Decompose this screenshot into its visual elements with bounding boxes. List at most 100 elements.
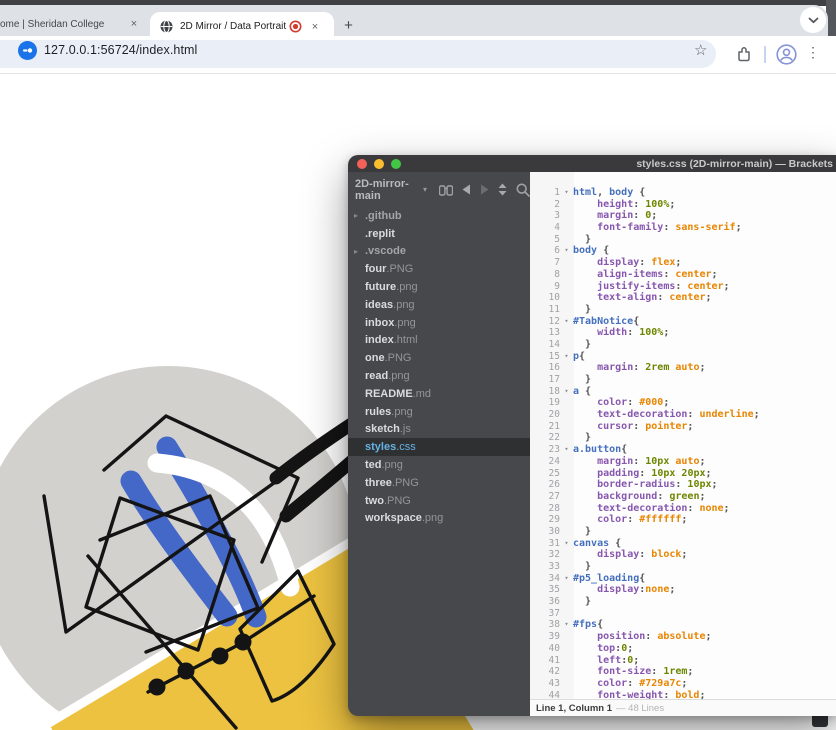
code-line-3[interactable]: 3 margin: 0; xyxy=(530,210,836,222)
browser-toolbar: 127.0.0.1:56724/index.html ☆ ⋮ xyxy=(0,36,836,74)
code-line-38[interactable]: 38▾#fps{ xyxy=(530,619,836,631)
code-line-41[interactable]: 41 left:0; xyxy=(530,655,836,667)
code-line-17[interactable]: 17 } xyxy=(530,374,836,386)
minimize-window-button[interactable] xyxy=(374,159,384,169)
tab-sheridan-college[interactable]: ome | Sheridan College × xyxy=(0,11,147,37)
close-tab-icon[interactable]: × xyxy=(127,17,141,31)
code-line-39[interactable]: 39 position: absolute; xyxy=(530,631,836,643)
tree-file-inbox.png[interactable]: inbox.png xyxy=(348,314,530,332)
tree-file-two.PNG[interactable]: two.PNG xyxy=(348,492,530,510)
tree-file-three.PNG[interactable]: three.PNG xyxy=(348,474,530,492)
code-line-34[interactable]: 34▾#p5_loading{ xyxy=(530,573,836,585)
code-line-26[interactable]: 26 border-radius: 10px; xyxy=(530,479,836,491)
close-window-button[interactable] xyxy=(357,159,367,169)
disclosure-triangle-icon[interactable]: ▸ xyxy=(354,247,358,256)
project-dropdown[interactable]: 2D-mirror-main xyxy=(355,178,419,202)
code-line-24[interactable]: 24 margin: 10px auto; xyxy=(530,456,836,468)
tree-file-styles.css[interactable]: styles.css xyxy=(348,438,530,456)
code-line-8[interactable]: 8 align-items: center; xyxy=(530,269,836,281)
tree-file-sketch.js[interactable]: sketch.js xyxy=(348,421,530,439)
forward-icon[interactable] xyxy=(480,184,489,195)
disclosure-triangle-icon[interactable]: ▸ xyxy=(354,211,358,220)
tab-title: 2D Mirror / Data Portrait xyxy=(180,21,289,32)
code-line-28[interactable]: 28 text-decoration: none; xyxy=(530,503,836,515)
code-fold-icon[interactable]: ▾ xyxy=(560,538,573,550)
code-fold-icon[interactable]: ▾ xyxy=(560,386,573,398)
code-line-15[interactable]: 15▾p{ xyxy=(530,351,836,363)
tree-file-README.md[interactable]: README.md xyxy=(348,385,530,403)
tree-file-.replit[interactable]: .replit xyxy=(348,225,530,243)
tree-file-read.png[interactable]: read.png xyxy=(348,367,530,385)
tree-file-ideas.png[interactable]: ideas.png xyxy=(348,296,530,314)
code-fold-icon[interactable]: ▾ xyxy=(560,619,573,631)
code-text: #p5_loading{ xyxy=(573,573,645,585)
code-line-2[interactable]: 2 height: 100%; xyxy=(530,199,836,211)
tree-file-workspace.png[interactable]: workspace.png xyxy=(348,510,530,528)
tab-search-chevron-button[interactable] xyxy=(800,7,826,33)
code-line-13[interactable]: 13 width: 100%; xyxy=(530,327,836,339)
code-line-7[interactable]: 7 display: flex; xyxy=(530,257,836,269)
code-fold-icon[interactable]: ▾ xyxy=(560,351,573,363)
code-line-22[interactable]: 22 } xyxy=(530,432,836,444)
code-line-14[interactable]: 14 } xyxy=(530,339,836,351)
split-view-icon[interactable] xyxy=(498,183,507,196)
browser-menu-kebab-icon[interactable]: ⋮ xyxy=(806,44,820,61)
code-line-40[interactable]: 40 top:0; xyxy=(530,643,836,655)
tree-folder-.vscode[interactable]: ▸.vscode xyxy=(348,243,530,261)
tree-file-index.html[interactable]: index.html xyxy=(348,332,530,350)
close-tab-icon[interactable]: × xyxy=(308,20,322,34)
code-line-10[interactable]: 10 text-align: center; xyxy=(530,292,836,304)
code-line-20[interactable]: 20 text-decoration: underline; xyxy=(530,409,836,421)
code-fold-icon[interactable]: ▾ xyxy=(560,187,573,199)
project-caret-icon[interactable]: ▾ xyxy=(423,185,427,194)
code-line-6[interactable]: 6▾body { xyxy=(530,245,836,257)
code-line-12[interactable]: 12▾#TabNotice{ xyxy=(530,316,836,328)
code-fold-icon[interactable]: ▾ xyxy=(560,316,573,328)
code-line-36[interactable]: 36 } xyxy=(530,596,836,608)
code-line-31[interactable]: 31▾canvas { xyxy=(530,538,836,550)
code-line-5[interactable]: 5 } xyxy=(530,234,836,246)
url-text[interactable]: 127.0.0.1:56724/index.html xyxy=(44,43,197,57)
code-fold-icon[interactable]: ▾ xyxy=(560,245,573,257)
code-fold-icon[interactable]: ▾ xyxy=(560,573,573,585)
code-line-29[interactable]: 29 color: #ffffff; xyxy=(530,514,836,526)
code-line-33[interactable]: 33 } xyxy=(530,561,836,573)
tree-file-ted.png[interactable]: ted.png xyxy=(348,456,530,474)
code-line-11[interactable]: 11 } xyxy=(530,304,836,316)
code-line-37[interactable]: 37 xyxy=(530,608,836,620)
tree-folder-.github[interactable]: ▸.github xyxy=(348,207,530,225)
zoom-window-button[interactable] xyxy=(391,159,401,169)
code-line-16[interactable]: 16 margin: 2rem auto; xyxy=(530,362,836,374)
code-line-30[interactable]: 30 } xyxy=(530,526,836,538)
code-line-23[interactable]: 23▾a.button{ xyxy=(530,444,836,456)
tree-file-rules.png[interactable]: rules.png xyxy=(348,403,530,421)
code-line-35[interactable]: 35 display:none; xyxy=(530,584,836,596)
profile-avatar-icon[interactable] xyxy=(776,44,797,65)
code-line-18[interactable]: 18▾a { xyxy=(530,386,836,398)
code-line-27[interactable]: 27 background: green; xyxy=(530,491,836,503)
search-icon[interactable] xyxy=(516,183,530,197)
extensions-icon[interactable] xyxy=(735,45,753,63)
code-line-4[interactable]: 4 font-family: sans-serif; xyxy=(530,222,836,234)
tree-file-four.PNG[interactable]: four.PNG xyxy=(348,260,530,278)
code-line-44[interactable]: 44 font-weight: bold; xyxy=(530,690,836,699)
code-fold-icon[interactable]: ▾ xyxy=(560,444,573,456)
code-line-43[interactable]: 43 color: #729a7c; xyxy=(530,678,836,690)
code-line-42[interactable]: 42 font-size: 1rem; xyxy=(530,666,836,678)
site-info-icon[interactable] xyxy=(18,41,37,60)
code-line-19[interactable]: 19 color: #000; xyxy=(530,397,836,409)
code-lines[interactable]: 1▾html, body {2 height: 100%;3 margin: 0… xyxy=(530,172,836,699)
binoculars-icon[interactable] xyxy=(439,184,453,196)
tree-file-future.png[interactable]: future.png xyxy=(348,278,530,296)
back-icon[interactable] xyxy=(462,184,471,195)
new-tab-button[interactable]: + xyxy=(339,16,358,35)
brackets-titlebar[interactable]: styles.css (2D-mirror-main) — Brackets xyxy=(348,155,836,172)
tree-file-one.PNG[interactable]: one.PNG xyxy=(348,349,530,367)
code-line-9[interactable]: 9 justify-items: center; xyxy=(530,281,836,293)
code-line-21[interactable]: 21 cursor: pointer; xyxy=(530,421,836,433)
code-text: margin: 0; xyxy=(573,210,657,222)
bookmark-star-icon[interactable]: ☆ xyxy=(694,41,707,59)
code-line-1[interactable]: 1▾html, body { xyxy=(530,187,836,199)
code-line-32[interactable]: 32 display: block; xyxy=(530,549,836,561)
code-line-25[interactable]: 25 padding: 10px 20px; xyxy=(530,468,836,480)
